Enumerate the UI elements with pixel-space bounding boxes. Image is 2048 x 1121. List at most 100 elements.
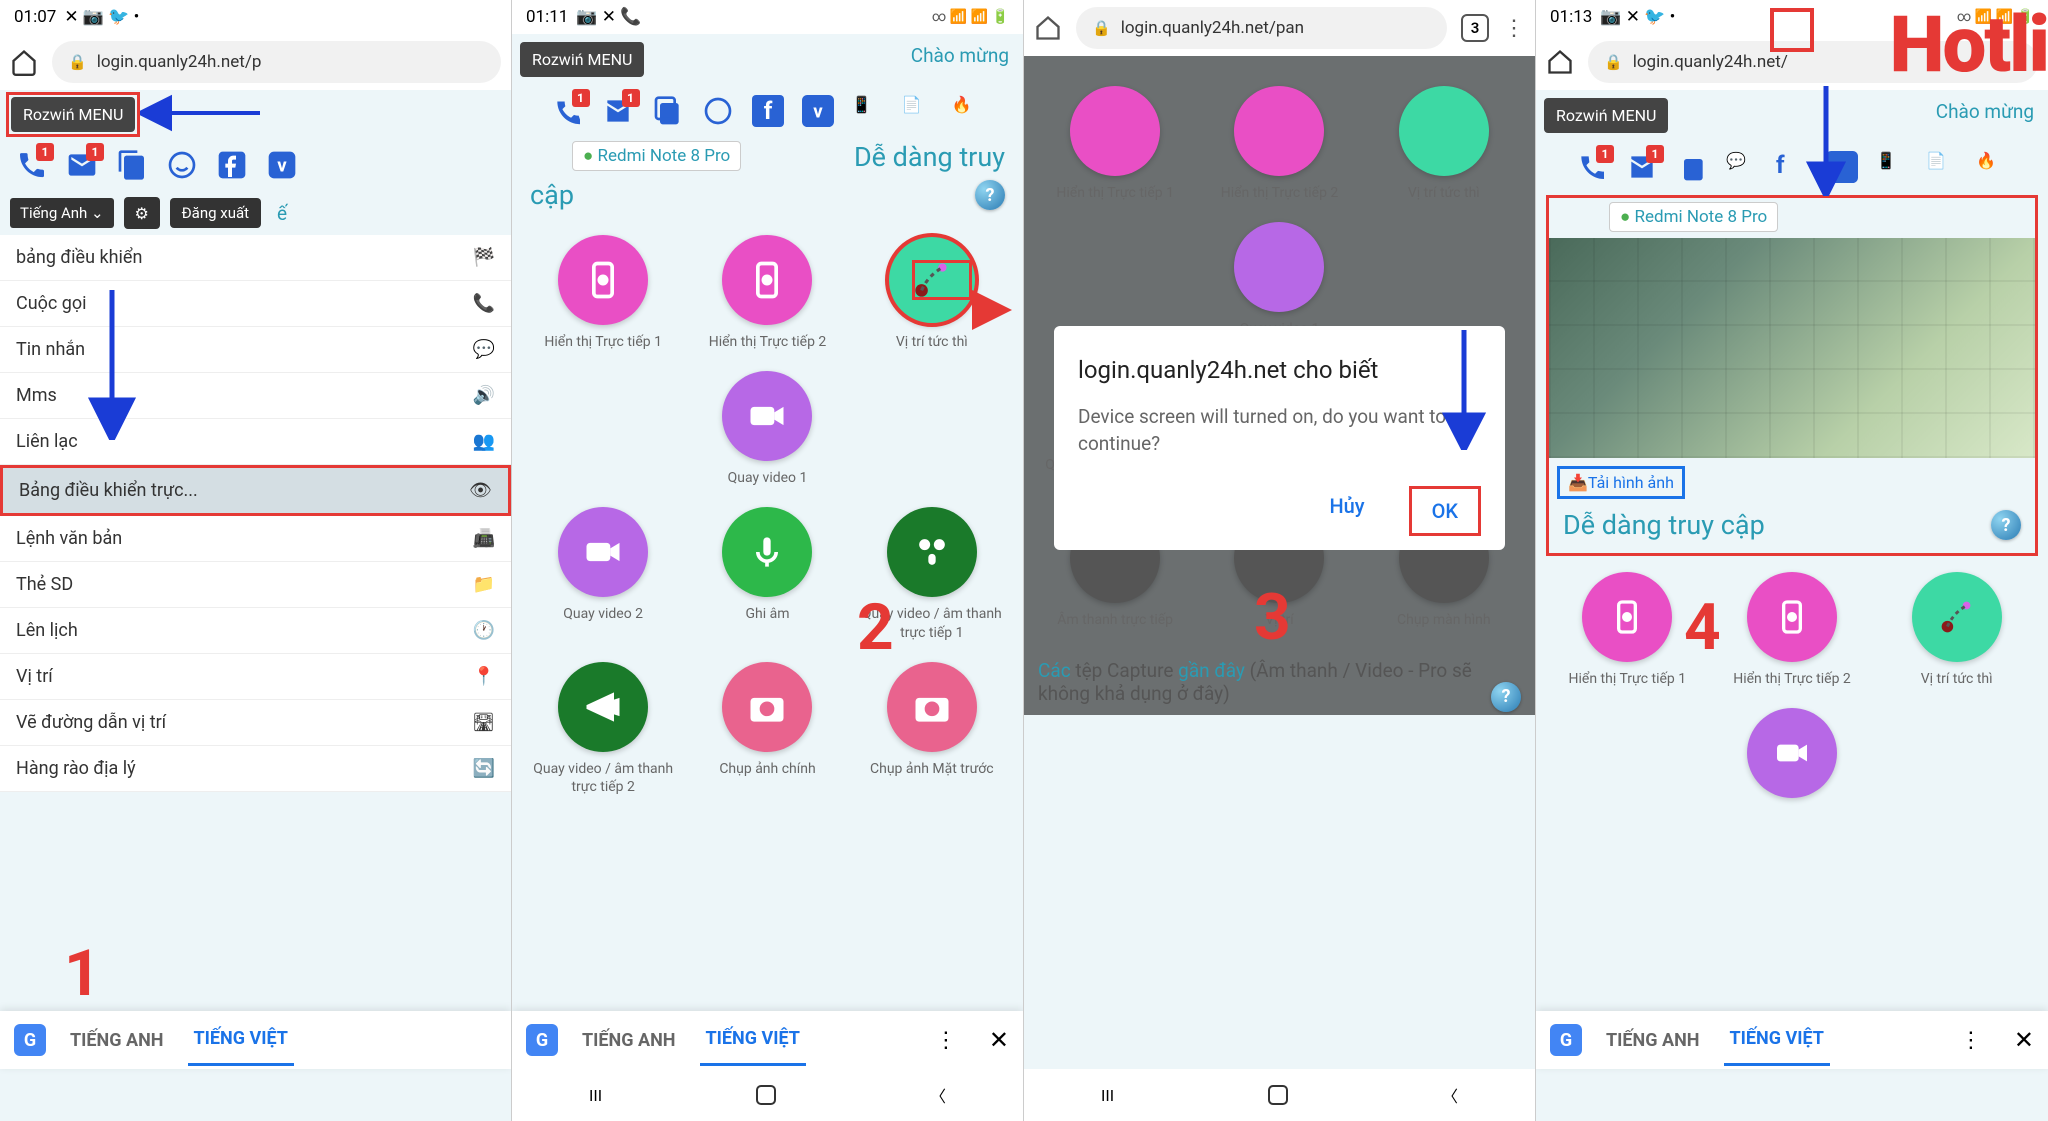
- expand-menu-button[interactable]: Rozwiń MENU: [520, 42, 644, 77]
- help-icon[interactable]: ?: [1491, 682, 1521, 712]
- google-translate-icon[interactable]: G: [526, 1024, 558, 1056]
- more-icon[interactable]: ⋮: [935, 1028, 957, 1053]
- app-record-audio[interactable]: Ghi âm: [690, 507, 844, 641]
- menu-geofence[interactable]: Hàng rào địa lý🔄: [0, 746, 511, 792]
- menu-dashboard[interactable]: bảng điều khiển🏁: [0, 235, 511, 281]
- back-button[interactable]: 〈: [930, 1083, 946, 1107]
- close-icon[interactable]: ✕: [2014, 1026, 2034, 1054]
- more-icon[interactable]: ⋮: [1960, 1028, 1982, 1053]
- vimeo-icon[interactable]: v: [802, 95, 834, 127]
- menu-schedule[interactable]: Lên lịch🕐: [0, 608, 511, 654]
- mail-icon[interactable]: 1: [66, 149, 98, 181]
- device-tag[interactable]: ● Redmi Note 8 Pro: [1609, 202, 1778, 232]
- doc-icon[interactable]: 📄: [1926, 151, 1958, 183]
- app-video2[interactable]: Quay video 2: [526, 507, 680, 641]
- settings-button[interactable]: ⚙: [124, 197, 160, 229]
- app-video1[interactable]: [1715, 708, 1870, 806]
- logout-button[interactable]: Đăng xuất: [170, 198, 261, 228]
- menu-live-control[interactable]: Bảng điều khiển trực...👁: [0, 465, 511, 516]
- step-number: 1: [64, 936, 101, 1011]
- cancel-button[interactable]: Hủy: [1315, 486, 1378, 536]
- copy-icon[interactable]: [652, 95, 684, 127]
- panel-3: 🔒login.quanly24h.net/pan 3 ⋮ Hiển thị Tr…: [1024, 0, 1536, 1121]
- app-photo-main[interactable]: Chụp ảnh chính: [690, 662, 844, 796]
- whatsapp-icon[interactable]: [166, 149, 198, 181]
- expand-menu-button[interactable]: Rozwiń MENU: [11, 97, 135, 132]
- time: 01:13: [1550, 7, 1592, 27]
- expand-menu-button[interactable]: Rozwiń MENU: [1544, 98, 1668, 133]
- home-button[interactable]: [756, 1085, 776, 1105]
- app-live1[interactable]: Hiển thị Trực tiếp 1: [526, 235, 680, 351]
- recent-apps-button[interactable]: III: [1101, 1086, 1114, 1105]
- whatsapp-icon[interactable]: 💬: [1726, 151, 1758, 183]
- menu-location[interactable]: Vị trí📍: [0, 654, 511, 700]
- home-icon[interactable]: [1546, 48, 1574, 76]
- lang-en-tab[interactable]: TIẾNG ANH: [576, 1016, 682, 1065]
- menu-sdcard[interactable]: Thẻ SD📁: [0, 562, 511, 608]
- time: 01:11: [526, 7, 568, 27]
- sim-icon[interactable]: 📱: [1876, 151, 1908, 183]
- app-video1[interactable]: Quay video 1: [690, 371, 844, 487]
- facebook-icon[interactable]: f: [752, 95, 784, 127]
- back-button[interactable]: 〈: [1442, 1083, 1458, 1107]
- help-icon[interactable]: ?: [975, 180, 1005, 210]
- google-translate-icon[interactable]: G: [1550, 1024, 1582, 1056]
- lang-en-tab[interactable]: TIẾNG ANH: [64, 1016, 170, 1065]
- recent-apps-button[interactable]: III: [589, 1086, 602, 1105]
- menu-calls[interactable]: Cuộc gọi📞: [0, 281, 511, 327]
- home-button[interactable]: [1268, 1085, 1288, 1105]
- help-icon[interactable]: ?: [1991, 510, 2021, 540]
- menu-messages[interactable]: Tin nhắn💬: [0, 327, 511, 373]
- whatsapp-icon[interactable]: [702, 95, 734, 127]
- doc-icon[interactable]: 📄: [902, 95, 934, 127]
- lang-vi-tab[interactable]: TIẾNG VIỆT: [188, 1014, 294, 1066]
- folder-icon: 📁: [473, 574, 495, 595]
- step-number: 4: [1684, 590, 1721, 665]
- facebook-icon[interactable]: [216, 149, 248, 181]
- app-av-live2[interactable]: Quay video / âm thanh trực tiếp 2: [526, 662, 680, 796]
- svg-text:f: f: [763, 97, 772, 125]
- more-menu-button[interactable]: ⋮: [1503, 16, 1525, 41]
- google-translate-icon[interactable]: G: [14, 1024, 46, 1056]
- nav-bar: III 〈: [1024, 1069, 1535, 1121]
- tabs-button[interactable]: 3: [1461, 14, 1489, 42]
- close-icon[interactable]: ✕: [989, 1026, 1009, 1054]
- copy-icon[interactable]: [116, 149, 148, 181]
- lang-vi-tab[interactable]: TIẾNG VIỆT: [700, 1014, 806, 1066]
- home-icon[interactable]: [1034, 14, 1062, 42]
- app-live2[interactable]: Hiển thị Trực tiếp 2: [690, 235, 844, 351]
- lock-icon: 🔒: [1092, 19, 1111, 37]
- flame-icon[interactable]: 🔥: [1976, 151, 2008, 183]
- url-input[interactable]: 🔒login.quanly24h.net/pan: [1076, 7, 1447, 49]
- phone-icon[interactable]: 1: [16, 149, 48, 181]
- app-live2[interactable]: Hiển thị Trực tiếp 2: [1715, 572, 1870, 688]
- menu-contacts[interactable]: Liên lạc👥: [0, 419, 511, 465]
- lang-vi-tab[interactable]: TIẾNG VIỆT: [1724, 1014, 1830, 1066]
- download-image-button[interactable]: 📥Tải hình ảnh: [1557, 466, 1685, 499]
- menu-mms[interactable]: Mms🔊: [0, 373, 511, 419]
- lang-en-tab[interactable]: TIẾNG ANH: [1600, 1016, 1706, 1065]
- vimeo-icon[interactable]: v: [266, 149, 298, 181]
- mail-icon[interactable]: 1: [1626, 151, 1658, 183]
- arrow-annotation: [1796, 86, 1856, 196]
- sim-icon[interactable]: 📱: [852, 95, 884, 127]
- app-instant-location[interactable]: Vị trí tức thì: [1879, 572, 2034, 688]
- menu-text-cmd[interactable]: Lệnh văn bản📠: [0, 516, 511, 562]
- ok-button[interactable]: OK: [1409, 486, 1481, 536]
- home-icon[interactable]: [10, 48, 38, 76]
- welcome-text: Chào mừng: [911, 44, 1009, 67]
- device-tag[interactable]: ● Redmi Note 8 Pro: [572, 141, 741, 171]
- flame-icon[interactable]: 🔥: [952, 95, 984, 127]
- url-input[interactable]: 🔒login.quanly24h.net/p: [52, 41, 501, 83]
- refresh-icon: 🔄: [473, 758, 495, 779]
- svg-text:v: v: [277, 155, 287, 177]
- copy-icon[interactable]: [1676, 151, 1708, 183]
- mail-icon[interactable]: 1: [602, 95, 634, 127]
- app-photo-front[interactable]: Chụp ảnh Mặt trước: [855, 662, 1009, 796]
- phone-icon[interactable]: 1: [552, 95, 584, 127]
- language-select[interactable]: Tiếng Anh ⌄: [10, 198, 114, 228]
- phone-icon[interactable]: 1: [1576, 151, 1608, 183]
- menu-path[interactable]: Vẽ đường dẫn vị trí🛣: [0, 700, 511, 746]
- dashboard-icon: 🏁: [473, 247, 495, 268]
- app-live1[interactable]: Hiển thị Trực tiếp 1: [1550, 572, 1705, 688]
